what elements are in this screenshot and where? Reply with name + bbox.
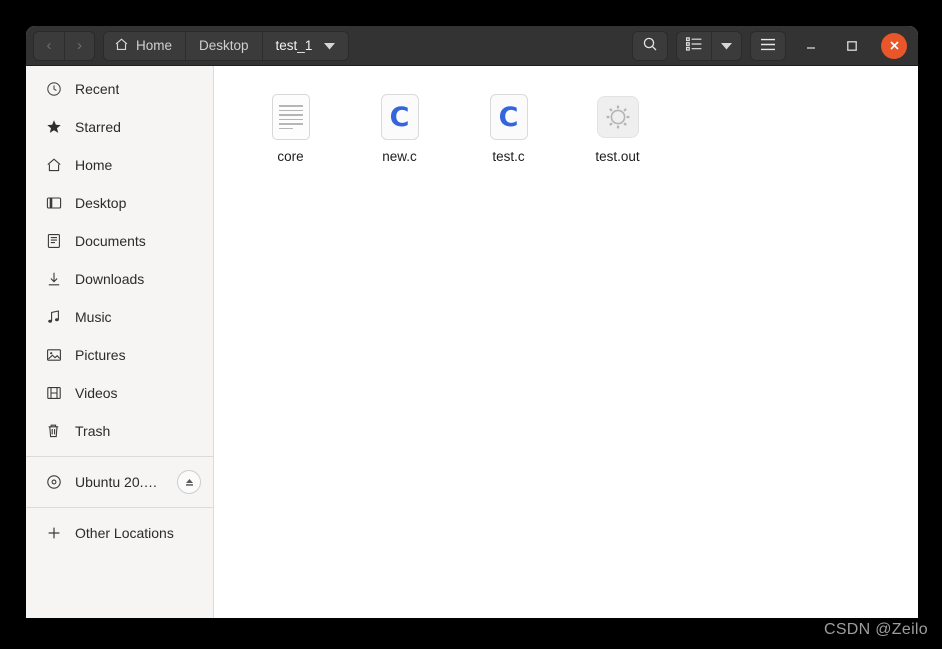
file-manager-window: ‹ › Home Desktop test_1 Recent Starred H… — [26, 26, 918, 618]
file-item-test-out[interactable]: test.out — [563, 92, 672, 164]
clock-icon — [45, 81, 62, 98]
documents-icon — [45, 233, 62, 250]
sidebar-item-videos[interactable]: Videos — [26, 374, 213, 412]
list-view-button[interactable] — [677, 31, 711, 60]
breadcrumb-label-test_1: test_1 — [275, 38, 313, 53]
disc-icon — [45, 474, 62, 491]
file-item-new-c[interactable]: C new.c — [345, 92, 454, 164]
music-note-icon — [45, 309, 62, 326]
file-icon — [595, 94, 641, 140]
file-icon — [268, 94, 314, 140]
minimize-button[interactable] — [796, 31, 826, 61]
sidebar-item-label: Trash — [75, 423, 111, 439]
file-icon: C — [377, 94, 423, 140]
breadcrumb-item-test_1[interactable]: test_1 — [261, 31, 349, 60]
film-icon — [45, 385, 62, 402]
main-menu-group — [751, 31, 785, 60]
hamburger-menu-icon — [760, 38, 776, 54]
forward-button[interactable]: › — [64, 31, 94, 60]
text-document-icon — [271, 94, 310, 140]
sidebar-item-trash[interactable]: Trash — [26, 412, 213, 450]
chevron-down-icon — [721, 38, 732, 53]
sidebar-item-downloads[interactable]: Downloads — [26, 260, 213, 298]
sidebar-item-pictures[interactable]: Pictures — [26, 336, 213, 374]
search-button-group — [633, 31, 667, 60]
file-label: core — [277, 149, 304, 164]
breadcrumb-item-desktop[interactable]: Desktop — [185, 31, 262, 60]
sidebar-item-label: Documents — [75, 233, 146, 249]
view-options-dropdown-button[interactable] — [711, 31, 741, 60]
c-source-icon: C — [380, 94, 419, 140]
sidebar-item-music[interactable]: Music — [26, 298, 213, 336]
maximize-button[interactable] — [837, 31, 867, 61]
breadcrumb-label-home: Home — [136, 38, 173, 53]
sidebar-item-label: Home — [75, 157, 113, 173]
executable-gear-icon — [596, 96, 639, 138]
home-icon — [45, 157, 62, 174]
sidebar-item-starred[interactable]: Starred — [26, 108, 213, 146]
file-content-area[interactable]: core C new.c C test.c test.out — [214, 66, 918, 618]
sidebar-item-desktop[interactable]: Desktop — [26, 184, 213, 222]
window-body: Recent Starred Home Desktop Documents Do… — [26, 66, 918, 618]
search-icon — [642, 36, 658, 55]
navigation-button-group: ‹ › — [34, 31, 94, 60]
sidebar-item-ubuntu-drive[interactable]: Ubuntu 20.0… — [26, 463, 213, 501]
sidebar-divider — [26, 507, 213, 508]
download-icon — [45, 271, 62, 288]
sidebar-item-label: Videos — [75, 385, 118, 401]
list-view-icon — [686, 37, 702, 54]
file-item-test-c[interactable]: C test.c — [454, 92, 563, 164]
breadcrumb: Home Desktop test_1 — [104, 31, 349, 60]
chevron-left-icon: ‹ — [46, 37, 52, 54]
desktop-icon — [45, 195, 62, 212]
file-label: test.out — [595, 149, 640, 164]
sidebar-item-other-locations[interactable]: Other Locations — [26, 514, 213, 552]
chevron-down-icon[interactable] — [324, 38, 336, 53]
file-icon: C — [486, 94, 532, 140]
sidebar-item-home[interactable]: Home — [26, 146, 213, 184]
watermark: CSDN @Zeilo — [823, 621, 928, 638]
home-icon — [114, 37, 129, 55]
sidebar-item-documents[interactable]: Documents — [26, 222, 213, 260]
sidebar-item-label: Music — [75, 309, 112, 325]
sidebar: Recent Starred Home Desktop Documents Do… — [26, 66, 214, 618]
eject-button[interactable] — [177, 470, 201, 494]
file-label: new.c — [382, 149, 417, 164]
plus-icon — [45, 525, 62, 542]
search-button[interactable] — [633, 31, 667, 60]
chevron-right-icon: › — [77, 37, 82, 54]
sidebar-item-label: Starred — [75, 119, 121, 135]
close-button[interactable] — [881, 32, 907, 59]
sidebar-item-label: Other Locations — [75, 525, 174, 541]
sidebar-item-label: Pictures — [75, 347, 126, 363]
view-mode-group — [677, 31, 741, 60]
sidebar-item-label: Desktop — [75, 195, 127, 211]
sidebar-item-label: Ubuntu 20.0… — [75, 474, 165, 490]
header-bar: ‹ › Home Desktop test_1 — [26, 26, 918, 66]
breadcrumb-label-desktop: Desktop — [199, 38, 249, 53]
sidebar-divider — [26, 456, 213, 457]
hamburger-menu-button[interactable] — [751, 31, 785, 60]
trash-icon — [45, 423, 62, 440]
file-item-core[interactable]: core — [236, 92, 345, 164]
c-source-icon: C — [489, 94, 528, 140]
picture-icon — [45, 347, 62, 364]
sidebar-item-label: Downloads — [75, 271, 145, 287]
breadcrumb-item-home[interactable]: Home — [104, 31, 186, 60]
back-button[interactable]: ‹ — [34, 31, 64, 60]
file-grid: core C new.c C test.c test.out — [214, 78, 918, 164]
file-label: test.c — [492, 149, 525, 164]
sidebar-item-recent[interactable]: Recent — [26, 70, 213, 108]
star-icon — [45, 119, 62, 136]
sidebar-item-label: Recent — [75, 81, 120, 97]
